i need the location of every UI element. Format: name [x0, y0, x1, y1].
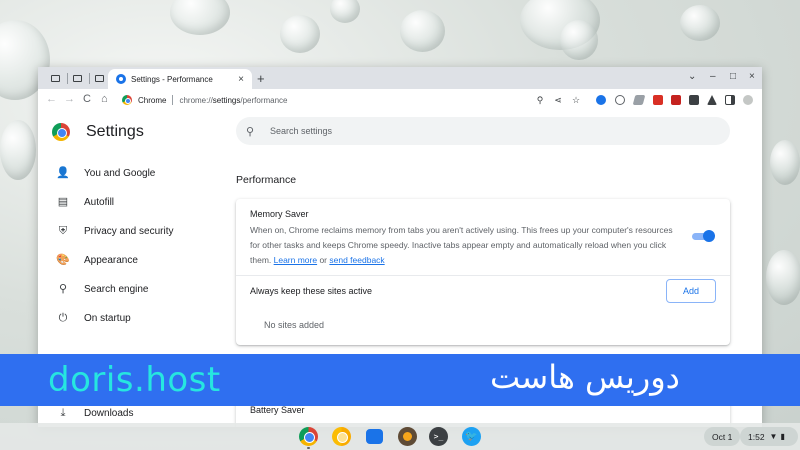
chrome-icon[interactable] — [299, 427, 318, 446]
or-text: or — [317, 255, 330, 265]
wifi-icon: ▼ — [769, 432, 778, 441]
pinned-tab-3[interactable] — [92, 72, 106, 84]
page-title: Settings — [86, 123, 144, 140]
search-icon: ⚲ — [58, 283, 68, 295]
sidebar-item-autofill[interactable]: ▤ Autofill — [56, 193, 114, 211]
settings-header: Settings — [52, 123, 144, 141]
card-divider — [236, 275, 730, 276]
system-shelf: >_ 🐦 Oct 1 1:52 ▼ ▮ — [0, 423, 800, 450]
sidebar-item-label: Downloads — [84, 408, 134, 419]
files-icon[interactable] — [366, 429, 383, 444]
url-path: /performance — [240, 95, 288, 105]
no-sites-text: No sites added — [264, 320, 325, 330]
url-host: settings — [212, 95, 241, 105]
tab-separator — [67, 73, 68, 84]
date-text: Oct 1 — [712, 431, 733, 442]
palette-icon: 🎨 — [56, 254, 70, 266]
sidebar-item-privacy[interactable]: ⛨ Privacy and security — [56, 222, 174, 240]
maximize-icon[interactable]: □ — [730, 71, 736, 82]
search-icon: ⚲ — [246, 125, 255, 138]
close-window-icon[interactable]: × — [749, 71, 755, 82]
sidebar-item-label: On startup — [84, 312, 131, 324]
sidebar-item-on-startup[interactable]: ⏻ On startup — [56, 309, 131, 327]
twitter-icon[interactable]: 🐦 — [462, 427, 481, 446]
browser-toolbar: ← → C ⌂ Chrome chrome://settings/perform… — [38, 89, 762, 111]
extension-s-icon[interactable] — [671, 95, 681, 105]
sidebar-item-label: Autofill — [84, 196, 115, 208]
side-panel-icon[interactable] — [725, 95, 735, 105]
extension-red-icon[interactable] — [653, 95, 663, 105]
extension-pen-icon[interactable] — [632, 95, 646, 105]
memory-saver-description: When on, Chrome reclaims memory from tab… — [250, 223, 682, 268]
tab-strip: Settings - Performance × + ⌄ – □ × — [38, 67, 762, 89]
bookmark-star-icon[interactable]: ☆ — [570, 94, 582, 106]
address-bar[interactable]: Chrome chrome://settings/performance — [120, 91, 560, 109]
extension-password-icon[interactable] — [596, 95, 606, 105]
always-active-label: Always keep these sites active — [250, 286, 373, 296]
clipboard-icon: ▤ — [57, 196, 69, 208]
sidebar-item-search-engine[interactable]: ⚲ Search engine — [56, 280, 149, 298]
reload-icon[interactable]: C — [83, 93, 91, 105]
add-site-button[interactable]: Add — [666, 279, 716, 303]
extension-flask-icon[interactable] — [707, 95, 717, 105]
banner-brand-arabic: دوريس هاست — [490, 358, 680, 396]
url-scheme: chrome:// — [179, 95, 213, 105]
extension-circle-icon[interactable] — [615, 95, 625, 105]
search-input[interactable] — [270, 126, 690, 136]
sidebar-item-downloads[interactable]: ⤓ Downloads — [56, 407, 134, 420]
pinned-tab-2[interactable] — [70, 72, 84, 84]
send-feedback-link[interactable]: send feedback — [329, 255, 384, 265]
shield-icon: ⛨ — [58, 225, 68, 237]
memory-saver-title: Memory Saver — [250, 209, 309, 219]
tab-separator — [89, 73, 90, 84]
sidebar-item-appearance[interactable]: 🎨 Appearance — [56, 251, 138, 269]
home-icon[interactable]: ⌂ — [101, 93, 108, 105]
search-settings-box[interactable]: ⚲ — [236, 117, 730, 145]
settings-gear-icon — [116, 74, 126, 84]
back-icon[interactable]: ← — [46, 93, 57, 105]
banner-brand-latin: doris.host — [48, 360, 221, 400]
chrome-site-icon — [122, 95, 132, 105]
memory-saver-card: Memory Saver When on, Chrome reclaims me… — [236, 199, 730, 345]
sidebar-item-label: Search engine — [84, 283, 149, 295]
running-indicator — [307, 447, 310, 449]
share-icon[interactable]: ⋖ — [552, 94, 564, 106]
sidebar-item-label: Privacy and security — [84, 225, 174, 237]
watermark-banner: doris.host دوريس هاست — [0, 354, 800, 406]
omnibox-divider — [172, 95, 174, 105]
profile-avatar[interactable] — [743, 95, 753, 105]
notes-icon[interactable] — [398, 427, 417, 446]
battery-icon: ▮ — [780, 432, 785, 441]
zoom-icon[interactable]: ⚲ — [534, 94, 546, 106]
pinned-tab-1[interactable] — [48, 72, 62, 84]
sidebar-item-label: Appearance — [84, 254, 138, 266]
sidebar-item-label: You and Google — [84, 167, 156, 179]
extensions-puzzle-icon[interactable] — [689, 95, 699, 105]
power-icon: ⏻ — [58, 312, 68, 324]
toggle-knob — [703, 230, 715, 242]
status-tray[interactable]: 1:52 ▼ ▮ — [740, 427, 798, 446]
minimize-icon[interactable]: – — [710, 71, 716, 82]
tab-settings-performance[interactable]: Settings - Performance × — [108, 69, 252, 89]
section-heading-performance: Performance — [236, 174, 297, 186]
forward-icon[interactable]: → — [64, 93, 75, 105]
download-icon: ⤓ — [60, 407, 66, 419]
learn-more-link[interactable]: Learn more — [274, 255, 317, 265]
person-icon: 👤 — [56, 167, 70, 179]
chrome-logo-icon — [52, 123, 70, 141]
new-tab-button[interactable]: + — [257, 71, 265, 86]
tab-search-icon[interactable]: ⌄ — [688, 71, 696, 82]
tab-title: Settings - Performance — [131, 74, 213, 84]
memory-saver-toggle[interactable] — [692, 230, 716, 242]
battery-saver-title: Battery Saver — [250, 405, 305, 415]
chrome-canary-icon[interactable] — [332, 427, 351, 446]
date-tray[interactable]: Oct 1 — [704, 427, 741, 446]
terminal-icon[interactable]: >_ — [429, 427, 448, 446]
tab-close-icon[interactable]: × — [238, 74, 244, 85]
sidebar-item-you-and-google[interactable]: 👤 You and Google — [56, 164, 155, 182]
site-name: Chrome — [138, 95, 167, 105]
time-text: 1:52 — [748, 431, 765, 442]
